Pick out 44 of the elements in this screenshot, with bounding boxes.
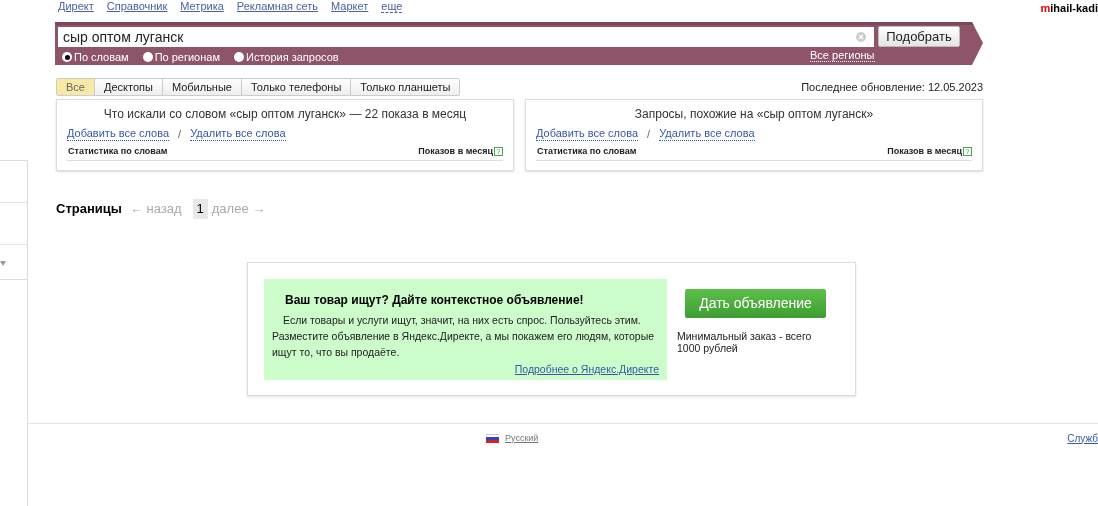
nav-link[interactable]: Маркет (331, 0, 369, 14)
column-header: Статистика по словам (68, 145, 168, 158)
pager-prev: ← назад (129, 200, 182, 218)
caret-icon[interactable] (0, 261, 6, 266)
device-tab[interactable]: Только планшеты (350, 79, 460, 95)
min-order-note: Минимальный заказ - всего 1000 рублей (677, 329, 813, 354)
current-page[interactable]: 1 (192, 199, 208, 219)
add-words-link[interactable]: Добавить все слова (536, 127, 639, 141)
flag-icon (486, 433, 499, 443)
search-mode-radio[interactable]: История запросов (234, 49, 339, 66)
footer-link[interactable]: Служб (1067, 430, 1098, 446)
nav-link[interactable]: Метрика (180, 0, 224, 14)
nav-link[interactable]: Справочник (106, 0, 168, 14)
nav-link[interactable]: Рекламная сеть (236, 0, 319, 14)
regions-link[interactable]: Все регионы (810, 49, 875, 62)
column-header: Показов в месяц (418, 145, 493, 158)
pager-label: Страницы (56, 200, 122, 218)
separator: / (647, 127, 651, 141)
add-words-link[interactable]: Добавить все слова (67, 127, 170, 141)
remove-words-link[interactable]: Удалить все слова (659, 127, 755, 141)
remove-words-link[interactable]: Удалить все слова (190, 127, 286, 141)
device-tab[interactable]: Только телефоны (241, 79, 351, 95)
user-login[interactable]: mihail-kadi (1040, 0, 1098, 17)
column-header: Показов в месяц (887, 145, 962, 158)
device-tab[interactable]: Десктопы (93, 79, 162, 95)
more-menu-link[interactable]: еще (381, 0, 403, 13)
separator: / (178, 127, 182, 141)
promo-text: Если товары и услуги ищут, значит, на них есть спрос. Пользуйтесь этим. Разместите объявление в Яндекс.Директе, а мы покажем его людям, которые ищут то, что вы продаёте. (272, 312, 656, 360)
search-mode-radio[interactable]: По словам (62, 49, 129, 66)
language-link[interactable]: Русский (505, 431, 539, 445)
pager-next: далее → (211, 200, 266, 218)
promo-title: Ваш товар ищут? Дайте контекстное объявление! (284, 291, 585, 309)
nav-link[interactable]: Директ (58, 0, 94, 14)
device-tab[interactable]: Мобильные (161, 79, 241, 95)
column-header: Статистика по словам (537, 145, 637, 158)
panel-title: Что искали со словом «сыр оптом луганск» — 22 показа в месяц (102, 107, 468, 121)
device-tab[interactable]: Все (57, 79, 94, 95)
search-mode-radio[interactable]: По регионам (142, 49, 220, 66)
search-field[interactable]: сыр оптом луганск (58, 27, 874, 47)
clear-icon[interactable] (856, 32, 866, 42)
search-button[interactable]: Подобрать (878, 26, 960, 47)
last-update: Последнее обновление: 12.05.2023 (801, 79, 983, 95)
panel-title: Запросы, похожие на «сыр оптом луганск» (633, 107, 875, 121)
more-link[interactable]: Подробнее о Яндекс.Директе (514, 361, 659, 378)
